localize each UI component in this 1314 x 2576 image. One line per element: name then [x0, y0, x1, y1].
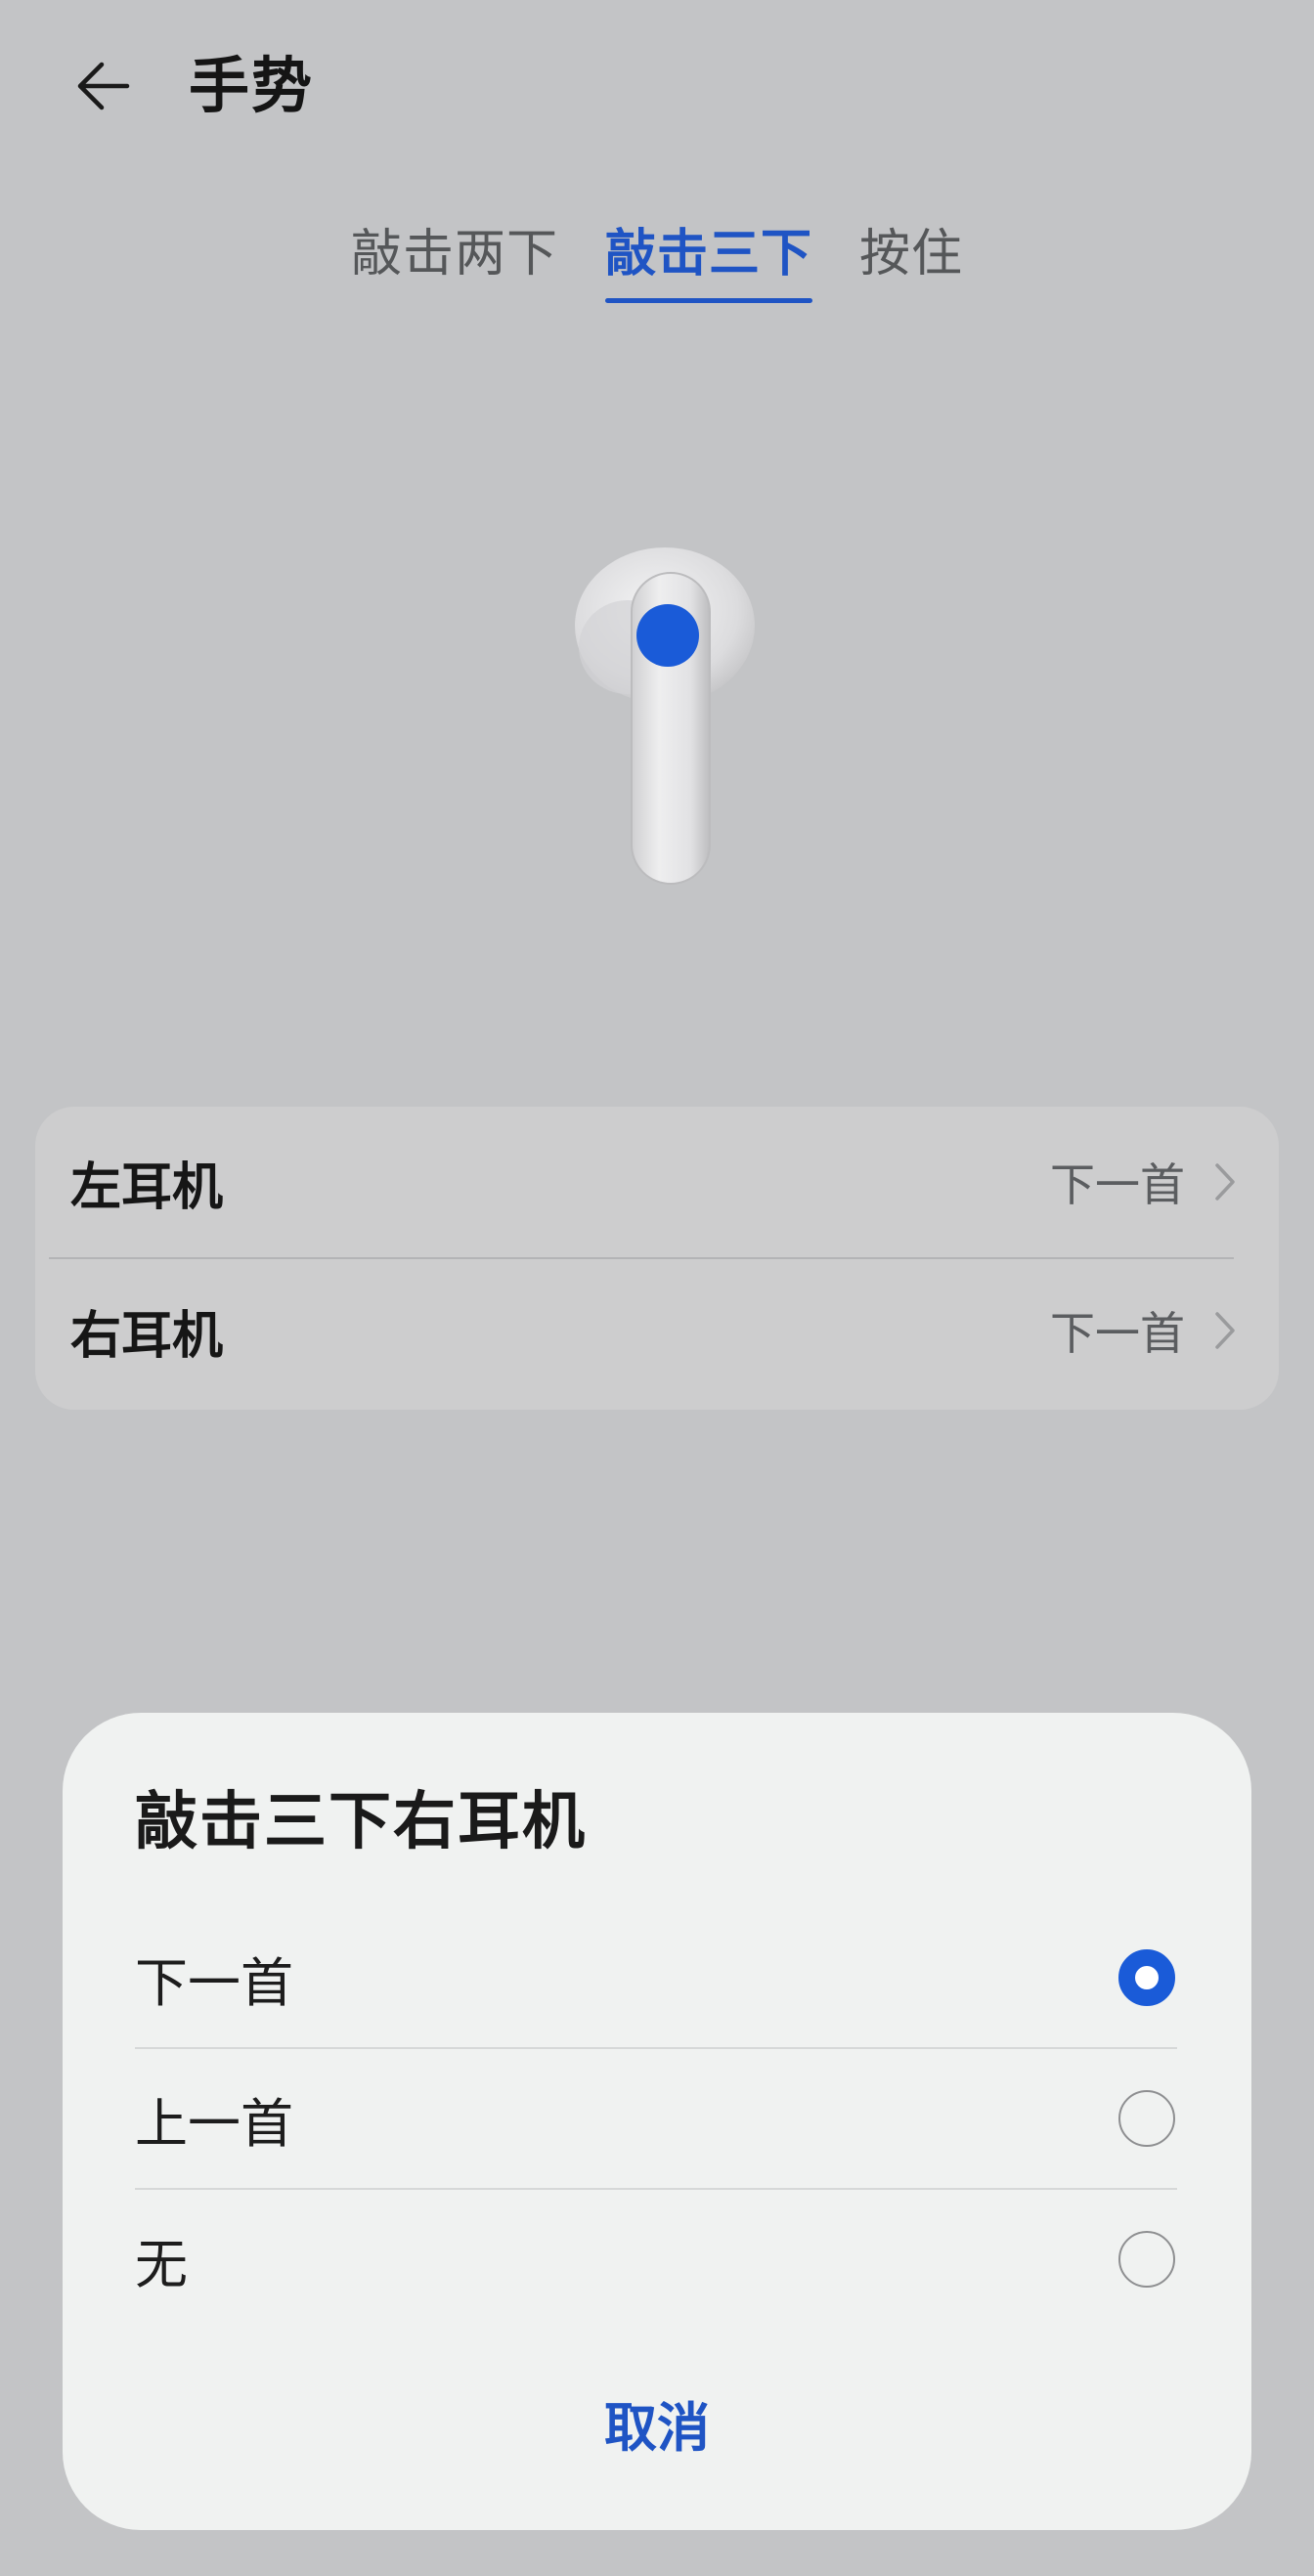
- tab-double-tap[interactable]: 敲击两下: [351, 215, 558, 293]
- option-label: 上一首: [135, 2092, 293, 2155]
- radio-button-selected[interactable]: [1118, 1949, 1175, 2006]
- option-previous-track[interactable]: 上一首: [135, 2049, 1177, 2188]
- tab-press-hold[interactable]: 按住: [859, 215, 963, 293]
- action-dialog: 敲击三下右耳机 下一首 上一首 无 取消: [63, 1713, 1251, 2530]
- left-earbud-label: 左耳机: [70, 1157, 224, 1217]
- earbud-illustration: [557, 538, 763, 903]
- left-earbud-row[interactable]: 左耳机 下一首: [35, 1111, 1279, 1253]
- option-label: 无: [135, 2233, 188, 2295]
- chevron-right-icon: [1215, 1312, 1235, 1349]
- radio-button[interactable]: [1118, 2231, 1175, 2288]
- chevron-right-icon: [1215, 1163, 1235, 1201]
- cancel-button[interactable]: 取消: [63, 2374, 1251, 2471]
- arrow-left-icon: [77, 62, 130, 110]
- option-next-track[interactable]: 下一首: [135, 1908, 1177, 2047]
- option-none[interactable]: 无: [135, 2190, 1177, 2329]
- earbud-settings-card: 左耳机 下一首 右耳机 下一首: [35, 1107, 1279, 1410]
- dialog-title: 敲击三下右耳机: [135, 1786, 587, 1858]
- right-earbud-label: 右耳机: [70, 1306, 224, 1366]
- tab-triple-tap[interactable]: 敲击三下: [604, 215, 813, 303]
- right-earbud-row[interactable]: 右耳机 下一首: [35, 1259, 1279, 1402]
- left-earbud-value: 下一首: [1050, 1158, 1185, 1211]
- back-button[interactable]: [68, 51, 139, 121]
- gesture-tabs: 敲击两下 敲击三下 按住: [0, 215, 1314, 303]
- tap-indicator-dot: [636, 604, 699, 667]
- option-label: 下一首: [135, 1951, 293, 2014]
- right-earbud-value: 下一首: [1050, 1307, 1185, 1360]
- page-title: 手势: [189, 50, 315, 121]
- radio-button[interactable]: [1118, 2090, 1175, 2147]
